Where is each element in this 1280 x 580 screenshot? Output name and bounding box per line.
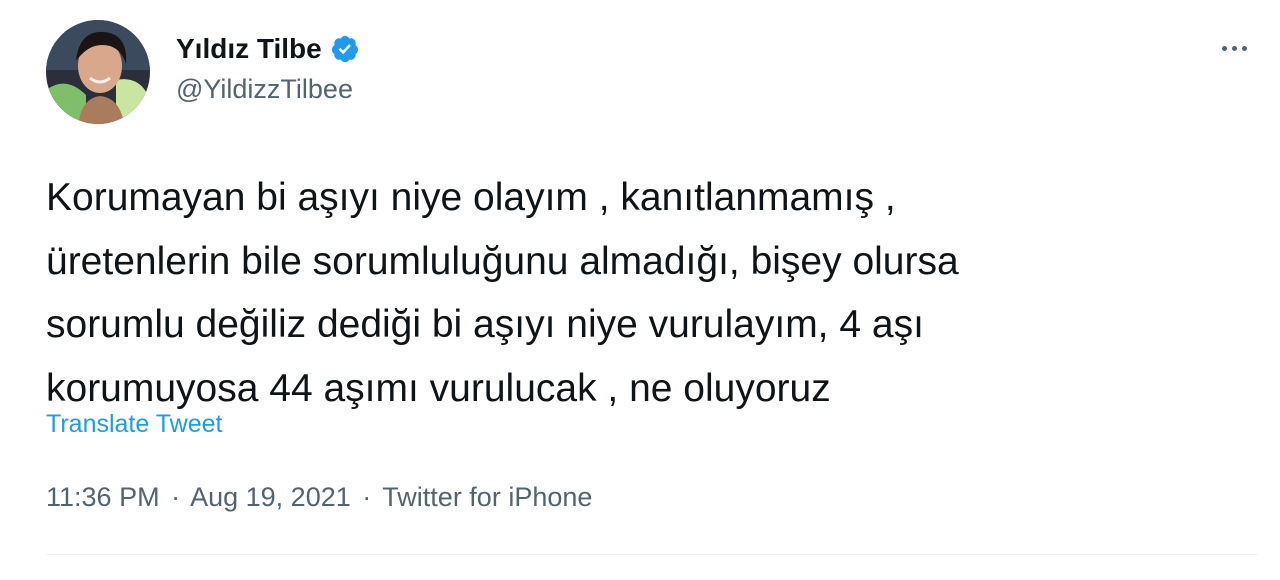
meta-separator: · — [171, 482, 181, 512]
avatar-photo — [46, 20, 150, 124]
tweet-date[interactable]: Aug 19, 2021 — [190, 482, 351, 512]
divider — [46, 554, 1258, 555]
avatar[interactable] — [46, 20, 150, 124]
tweet-card: Yıldız Tilbe @YildizzTilbee Korumayan bi… — [0, 0, 1280, 580]
tweet-text-line: üretenlerin bile sorumluluğunu almadığı,… — [46, 239, 959, 283]
user-handle[interactable]: @YildizzTilbee — [176, 74, 360, 105]
tweet-text-line: sorumlu değiliz dediği bi aşıyı niye vur… — [46, 303, 924, 346]
tweet-text: Korumayan bi aşıyı niye olayım , kanıtla… — [46, 166, 1236, 420]
tweet-text-line: korumuyosa 44 aşımı vurulucak , ne oluyo… — [46, 366, 831, 410]
tweet-metadata: 11:36 PM · Aug 19, 2021 · Twitter for iP… — [46, 482, 592, 513]
tweet-time[interactable]: 11:36 PM — [46, 482, 160, 512]
verified-badge-icon — [330, 34, 360, 64]
meta-separator: · — [362, 482, 372, 512]
tweet-source[interactable]: Twitter for iPhone — [382, 482, 592, 512]
display-name-row: Yıldız Tilbe — [176, 30, 360, 68]
tweet-text-line: Korumayan bi aşıyı niye olayım , kanıtla… — [46, 176, 896, 219]
display-name[interactable]: Yıldız Tilbe — [176, 33, 322, 65]
translate-tweet-link[interactable]: Translate Tweet — [46, 410, 222, 439]
more-options-icon[interactable] — [1210, 30, 1258, 66]
author-block: Yıldız Tilbe @YildizzTilbee — [176, 30, 360, 105]
